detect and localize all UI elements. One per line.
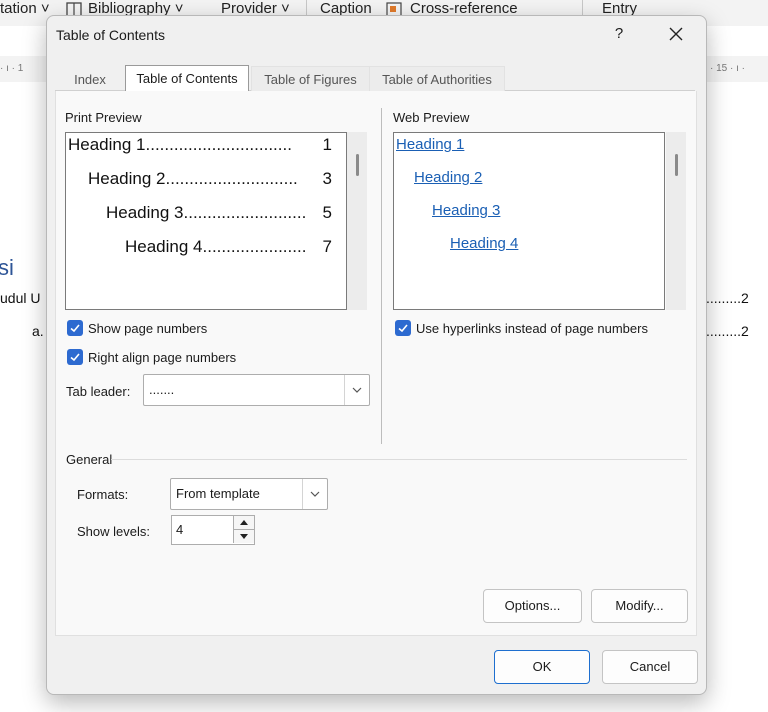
tab-leader-select[interactable]: ....... — [143, 374, 370, 406]
use-hyperlinks-label[interactable]: Use hyperlinks instead of page numbers — [416, 321, 648, 336]
ok-button[interactable]: OK — [494, 650, 590, 684]
print-preview-label: Print Preview — [65, 110, 142, 125]
right-align-label[interactable]: Right align page numbers — [88, 350, 236, 365]
tab-table-of-figures[interactable]: Table of Figures — [251, 66, 370, 92]
general-label: General — [66, 452, 113, 467]
modify-button[interactable]: Modify... — [591, 589, 688, 623]
tab-table-of-authorities[interactable]: Table of Authorities — [369, 66, 505, 92]
tab-label: Table of Figures — [264, 72, 357, 87]
checkmark-icon — [70, 324, 80, 333]
web-preview-link[interactable]: Heading 3 — [432, 202, 500, 219]
entry-page: 1 — [322, 135, 332, 154]
print-preview-line: Heading 4...................... 7 — [125, 237, 332, 257]
tab-table-of-contents[interactable]: Table of Contents — [125, 65, 249, 91]
web-preview-box: Heading 1 Heading 2 Heading 3 Heading 4 — [393, 132, 665, 310]
print-preview-box: Heading 1...............................… — [65, 132, 347, 310]
web-preview-link[interactable]: Heading 1 — [396, 136, 464, 153]
ruler-label-left: · ı · 1 — [0, 63, 24, 74]
show-levels-label: Show levels: — [77, 524, 150, 539]
tab-label: Table of Authorities — [382, 72, 492, 87]
tab-index[interactable]: Index — [65, 66, 115, 92]
dialog-title: Table of Contents — [56, 27, 165, 43]
ok-button-label: OK — [532, 659, 552, 674]
formats-label: Formats: — [77, 487, 129, 502]
close-button[interactable] — [661, 22, 691, 46]
doc-toc-line-right: .........2 — [706, 290, 749, 306]
entry-text: Heading 4 — [125, 237, 203, 256]
doc-toc-line-left: a. — [32, 323, 44, 339]
ribbon-item-citation[interactable]: tation ˅ — [0, 0, 50, 17]
help-button[interactable]: ? — [604, 22, 634, 46]
use-hyperlinks-checkbox[interactable] — [395, 320, 411, 336]
chevron-down-icon[interactable] — [302, 479, 327, 509]
tab-label: Index — [74, 72, 106, 87]
print-preview-scrollbar[interactable] — [347, 132, 367, 310]
entry-text: Heading 1 — [68, 135, 146, 154]
scrollbar-thumb[interactable] — [356, 154, 359, 176]
print-preview-line: Heading 3.......................... 5 — [106, 203, 332, 223]
right-align-checkbox[interactable] — [67, 349, 83, 365]
doc-toc-line-right: .........2 — [706, 323, 749, 339]
scrollbar-thumb[interactable] — [675, 154, 678, 176]
entry-page: 5 — [322, 203, 332, 222]
cancel-button[interactable]: Cancel — [602, 650, 698, 684]
tab-leader-value: ....... — [149, 382, 175, 397]
doc-heading-fragment: si — [0, 255, 14, 280]
toc-dialog: Table of Contents ? Index Table of Conte… — [46, 15, 707, 695]
checkmark-icon — [70, 353, 80, 362]
chevron-down-icon[interactable] — [344, 375, 369, 405]
show-levels-stepper[interactable]: 4 — [171, 515, 255, 545]
web-preview-scrollbar[interactable] — [666, 132, 686, 310]
doc-toc-line-left: udul U — [0, 290, 41, 306]
web-preview-link[interactable]: Heading 2 — [414, 169, 482, 186]
close-icon — [669, 27, 683, 41]
formats-select[interactable]: From template — [170, 478, 328, 510]
options-button[interactable]: Options... — [483, 589, 582, 623]
entry-leader: .......................... — [183, 203, 307, 222]
tab-label: Table of Contents — [136, 71, 238, 86]
entry-page: 3 — [322, 169, 332, 188]
entry-leader: ............................ — [165, 169, 298, 188]
formats-value: From template — [176, 486, 260, 501]
print-preview-line: Heading 1...............................… — [68, 135, 332, 155]
entry-text: Heading 2 — [88, 169, 166, 188]
show-page-numbers-label[interactable]: Show page numbers — [88, 321, 207, 336]
entry-leader: ............................... — [145, 135, 292, 154]
ruler-label-right: · 15 · ı · — [710, 63, 746, 74]
options-button-label: Options... — [504, 598, 561, 613]
web-preview-link[interactable]: Heading 4 — [450, 235, 518, 252]
cancel-button-label: Cancel — [629, 659, 671, 674]
show-page-numbers-checkbox[interactable] — [67, 320, 83, 336]
spin-up-icon[interactable] — [233, 516, 254, 530]
entry-leader: ...................... — [202, 237, 307, 256]
web-preview-label: Web Preview — [393, 110, 470, 125]
print-preview-line: Heading 2............................ 3 — [88, 169, 332, 189]
entry-page: 7 — [322, 237, 332, 256]
show-levels-value[interactable]: 4 — [176, 516, 183, 544]
checkmark-icon — [398, 324, 408, 333]
entry-text: Heading 3 — [106, 203, 184, 222]
tab-leader-label: Tab leader: — [66, 384, 131, 399]
spin-down-icon[interactable] — [233, 530, 254, 543]
modify-button-label: Modify... — [615, 598, 664, 613]
general-divider — [111, 459, 687, 460]
preview-divider — [381, 108, 382, 444]
